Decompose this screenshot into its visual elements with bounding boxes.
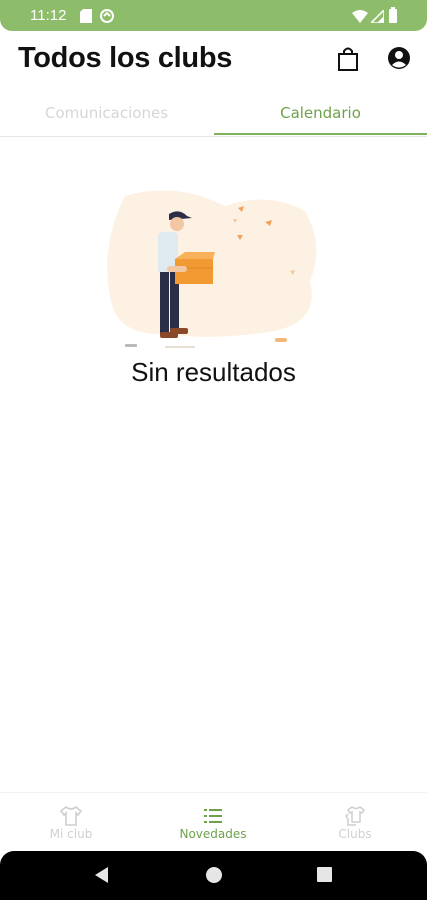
home-icon[interactable] [206, 867, 222, 887]
nav-label-novedades: Novedades [179, 827, 247, 841]
tab-bar: Comunicaciones Calendario [0, 96, 427, 137]
signal-icon [369, 8, 385, 27]
page-title: Todos los clubs [18, 42, 233, 74]
shopping-bag-icon [338, 47, 358, 71]
account-icon [388, 47, 410, 69]
tab-indicator [214, 133, 427, 135]
bottom-navigation: Mi club Novedades Clubs [0, 792, 427, 851]
person-holding-box-illustration [105, 186, 325, 356]
recents-icon[interactable] [317, 867, 332, 886]
nav-item-clubs[interactable]: Clubs [284, 793, 426, 851]
wifi-icon [352, 9, 368, 27]
nav-item-mi-club[interactable]: Mi club [0, 793, 142, 851]
status-bar: 11:12 [0, 0, 427, 31]
sd-card-icon [80, 9, 92, 27]
system-navigation-bar [0, 851, 427, 900]
nav-label-mi-club: Mi club [49, 827, 93, 841]
nav-label-clubs: Clubs [338, 827, 372, 841]
shopping-bag-button[interactable] [337, 46, 361, 72]
battery-icon [389, 7, 397, 27]
back-icon[interactable] [95, 867, 109, 887]
status-time: 11:12 [30, 7, 67, 24]
tab-calendario[interactable]: Calendario [214, 96, 427, 136]
account-button[interactable] [387, 46, 411, 72]
nav-item-novedades[interactable]: Novedades [142, 793, 284, 851]
list-icon [201, 805, 225, 827]
sync-icon [100, 9, 114, 27]
shirt-icon [59, 805, 83, 827]
shirts-icon [343, 805, 367, 827]
tab-comunicaciones[interactable]: Comunicaciones [0, 96, 213, 136]
empty-state-message: Sin resultados [131, 357, 296, 387]
